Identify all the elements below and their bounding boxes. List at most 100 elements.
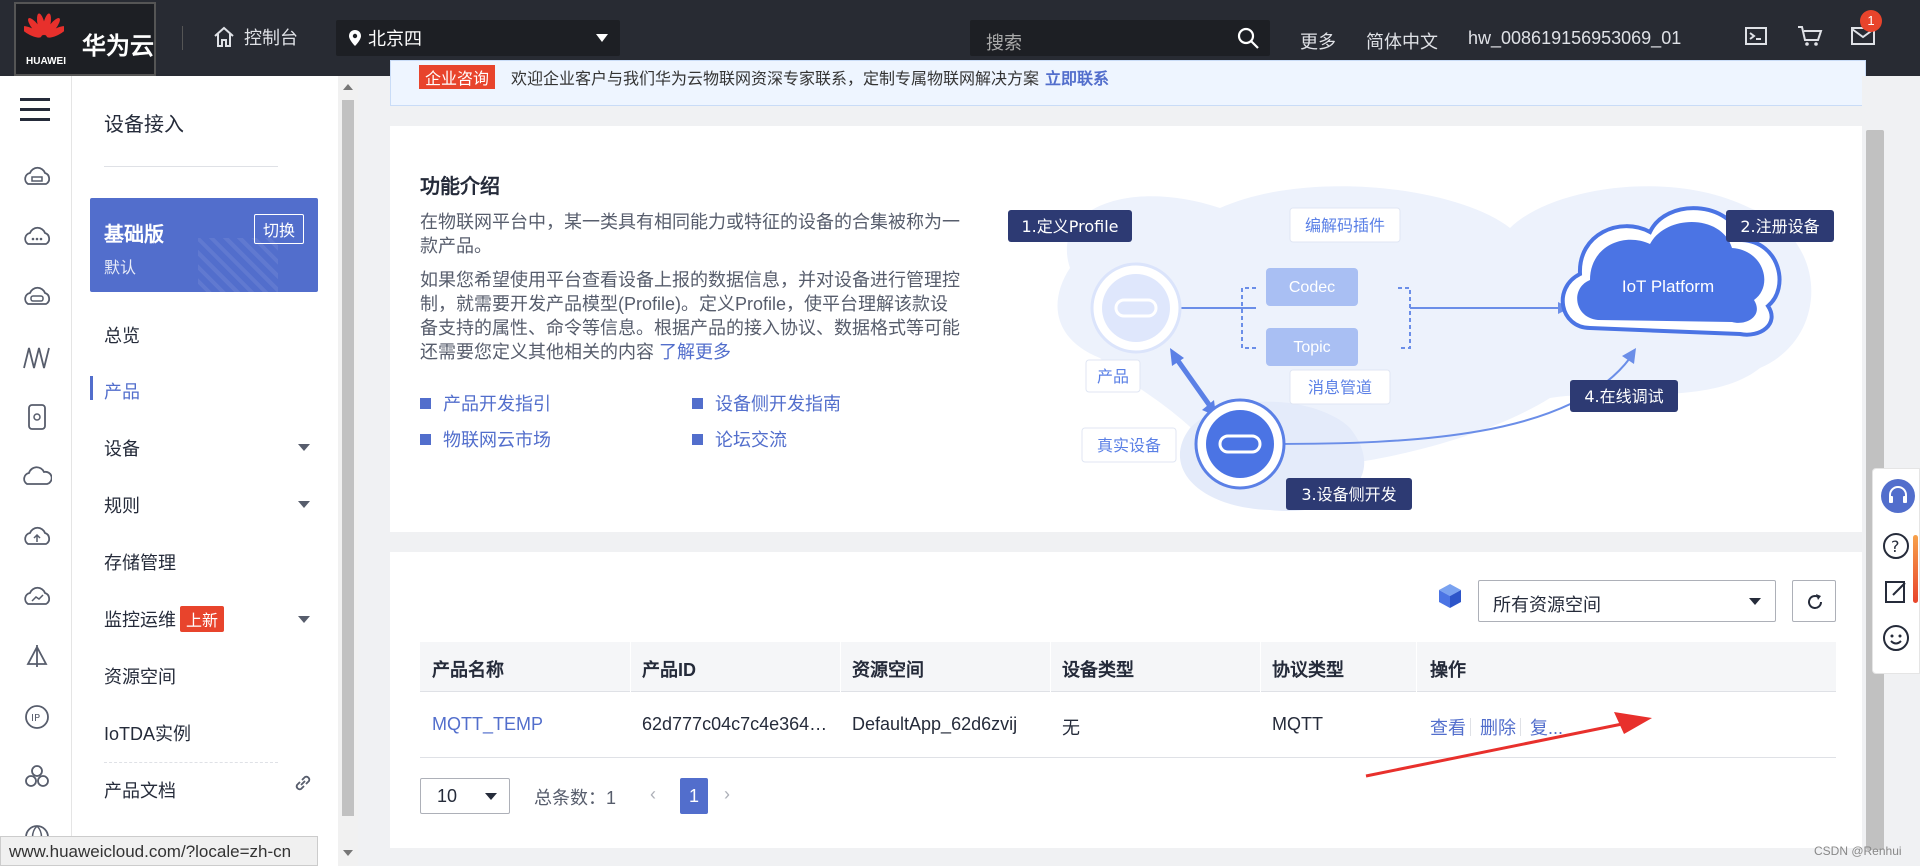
scroll-up-icon[interactable] [343,84,353,90]
link-label: 产品开发指引 [443,394,551,414]
cart-icon[interactable] [1797,24,1823,48]
cloud-dots-icon[interactable] [22,222,52,252]
region-select[interactable]: 北京四 [336,20,620,56]
delete-button[interactable]: 删除 [1480,714,1516,740]
copy-button[interactable]: 复... [1530,714,1563,740]
refresh-icon [1808,594,1822,609]
divider [840,642,841,692]
user-account[interactable]: hw_008619156953069_01 [1468,28,1681,49]
customer-service-icon[interactable] [1881,479,1915,513]
chevron-down-icon[interactable] [298,501,310,508]
learn-more-link[interactable]: 了解更多 [659,342,731,362]
cloud-chart-icon[interactable] [22,582,52,612]
chevron-down-icon [485,793,497,800]
region-label: 北京四 [368,29,422,49]
help-icon[interactable]: ? [1881,531,1911,561]
console-link[interactable]: 控制台 [212,24,298,50]
next-page-button[interactable]: › [724,784,730,805]
banner-text: 欢迎企业客户与我们华为云物联网资深专家联系，定制专属物联网解决方案 立即联系 [511,65,1109,89]
chevron-down-icon [1749,598,1761,605]
intro-paragraph: 在物联网平台中，某一类具有相同能力或特征的设备的合集被称为一款产品。 [420,212,960,256]
sidebar-item-storage[interactable]: 存储管理 [104,549,176,575]
section-title: 功能介绍 [420,176,500,198]
contact-link[interactable]: 立即联系 [1045,71,1109,88]
huawei-logo[interactable]: HUAWEI 华为云 [14,2,156,76]
huawei-flower-icon [24,13,64,38]
table-row: MQTT_TEMP 62d777c04c7c4e3646bb9... Defau… [420,692,1836,758]
column-header: 产品名称 [432,660,504,680]
cloud-upload-icon[interactable] [22,522,52,552]
sidebar-item-resource-space[interactable]: 资源空间 [104,663,176,689]
column-header: 设备类型 [1062,660,1134,680]
product-dev-guide-link[interactable]: 产品开发指引 [420,390,551,416]
smile-feedback-icon[interactable] [1881,623,1911,653]
msg-pipe-label: 消息管道 [1308,378,1372,397]
cloud-server-icon[interactable] [22,162,52,192]
search-input[interactable]: 搜索 [970,20,1270,56]
sidebar-item-rules[interactable]: 规则 [104,492,140,518]
language-switch[interactable]: 简体中文 [1366,28,1438,54]
protocol-type: MQTT [1272,714,1323,734]
sidebar-item-docs[interactable]: 产品文档 [104,777,176,803]
chevron-down-icon[interactable] [298,444,310,451]
codec-plugin-label: 编解码插件 [1305,216,1385,235]
resource-space-value: 所有资源空间 [1493,595,1601,615]
device-icon[interactable] [22,402,52,432]
svg-text:IP: IP [31,713,40,724]
chevron-down-icon[interactable] [298,616,310,623]
service-icon-rail: IP [0,76,72,866]
product-name-link[interactable]: MQTT_TEMP [432,714,622,735]
plan-name: 基础版 [104,224,164,246]
table-header: 产品名称 产品ID 资源空间 设备类型 协议类型 操作 [420,642,1836,692]
sidebar-item-iotda-instance[interactable]: IoTDA实例 [104,720,191,746]
scroll-down-icon[interactable] [343,850,353,856]
divider [104,762,278,763]
menu-icon[interactable] [20,96,50,124]
edit-note-icon[interactable] [1881,577,1911,607]
terminal-icon[interactable] [1744,24,1768,48]
ip-icon[interactable]: IP [22,702,52,732]
resource-space-select[interactable]: 所有资源空间 [1478,580,1776,622]
refresh-button[interactable] [1792,580,1836,622]
feature-intro-card: 功能介绍 在物联网平台中，某一类具有相同能力或特征的设备的合集被称为一款产品。 … [390,126,1866,532]
brand-title: 华为云 [82,33,154,60]
step1-label: 1.定义Profile [1021,217,1118,236]
cluster-icon[interactable] [22,762,52,792]
prev-page-button[interactable]: ‹ [650,784,656,805]
sidebar-scrollbar[interactable] [338,76,358,866]
browser-status-bar: www.huaweicloud.com/?locale=zh-cn [0,836,318,866]
workflow-diagram: Codec Topic 编解码插件 消息管道 产品 真实设备 IoT Platf… [1008,186,1834,512]
sidebar-item-monitoring[interactable]: 监控运维 上新 [104,606,225,632]
sidebar-item-product[interactable]: 产品 [104,378,140,404]
step3-label: 3.设备侧开发 [1301,485,1396,504]
switch-button[interactable]: 切换 [253,214,304,244]
forum-link[interactable]: 论坛交流 [692,426,787,452]
divider [104,166,278,167]
banner-tag: 企业咨询 [419,65,496,89]
external-link-icon [295,775,311,791]
sidebar-item-overview[interactable]: 总览 [104,322,140,348]
column-header: 产品ID [642,660,696,680]
brand-sub: HUAWEI [26,56,66,67]
active-indicator [90,376,93,400]
more-menu[interactable]: 更多 [1300,28,1336,54]
step2-label: 2.注册设备 [1740,217,1819,236]
iot-marketplace-link[interactable]: 物联网云市场 [420,426,551,452]
cloud-storage-icon[interactable] [22,282,52,312]
search-icon[interactable] [1236,26,1260,50]
sail-icon[interactable] [22,642,52,672]
view-button[interactable]: 查看 [1430,714,1466,740]
cloud-icon[interactable] [22,462,52,492]
divider [1470,718,1471,736]
device-dev-guide-link[interactable]: 设备侧开发指南 [692,390,841,416]
current-page[interactable]: 1 [680,778,708,814]
sidebar-item-device[interactable]: 设备 [104,435,140,461]
plan-decoration [198,238,278,292]
platform-label: IoT Platform [1622,277,1714,296]
waveform-icon[interactable] [22,342,52,372]
plan-instance: 默认 [104,260,137,277]
floating-toolbar: ? [1872,468,1920,674]
bullet-icon [420,433,431,445]
page-size-select[interactable]: 10 [420,778,510,814]
scrollbar-thumb[interactable] [342,100,354,816]
